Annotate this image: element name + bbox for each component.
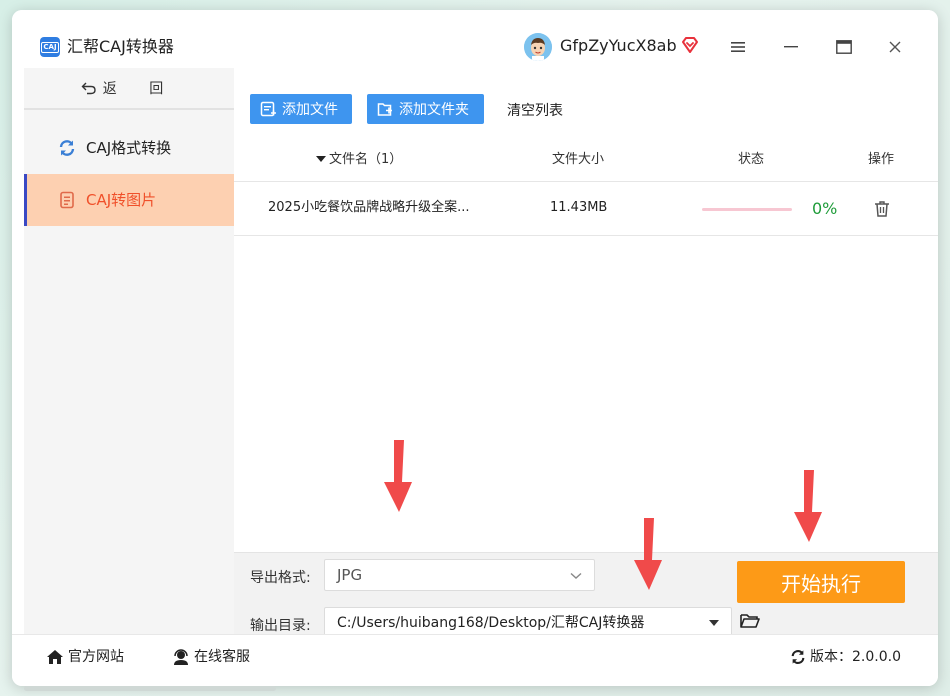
chevron-down-icon	[570, 572, 582, 579]
dir-label: 输出目录:	[250, 618, 311, 634]
open-folder-icon[interactable]	[740, 613, 760, 631]
file-size: 11.43MB	[550, 200, 608, 215]
hamburger-icon[interactable]	[727, 36, 749, 58]
options-panel: 导出格式: JPG 输出目录: C:/Users/huibang168/Desk…	[234, 552, 938, 639]
format-select[interactable]: JPG	[324, 559, 595, 591]
file-name: 2025小吃餐饮品牌战略升级全案...	[268, 200, 470, 215]
home-icon	[47, 650, 63, 664]
file-table-header: 文件名（1） 文件大小 状态 操作	[234, 138, 938, 182]
username[interactable]: GfpZyYucX8ab	[560, 36, 677, 56]
add-file-icon	[260, 101, 276, 117]
minimize-icon[interactable]	[780, 36, 802, 58]
sidebar-item-caj-format-convert[interactable]: CAJ格式转换	[24, 122, 234, 174]
delete-icon[interactable]	[874, 200, 890, 218]
format-label: 导出格式:	[250, 570, 311, 586]
refresh-icon	[59, 140, 75, 156]
column-size: 文件大小	[552, 152, 605, 167]
add-folder-button[interactable]: 添加文件夹	[367, 94, 484, 124]
progress-bar	[702, 208, 792, 211]
caret-down-icon	[709, 620, 719, 626]
sidebar-item-caj-to-image[interactable]: CAJ转图片	[24, 174, 234, 226]
add-folder-label: 添加文件夹	[399, 102, 469, 118]
column-status: 状态	[738, 152, 765, 167]
clear-list-button[interactable]: 清空列表	[507, 100, 563, 120]
add-file-label: 添加文件	[282, 102, 338, 118]
back-arrow-icon	[81, 82, 96, 95]
version-info[interactable]: 版本：2.0.0.0	[790, 647, 901, 667]
vip-diamond-icon[interactable]	[680, 35, 700, 55]
app-logo-icon: CAJ	[40, 37, 60, 57]
title-bar: CAJ 汇帮CAJ转换器 GfpZyYucX8ab	[12, 10, 938, 68]
annotation-arrow-down-icon	[384, 440, 412, 512]
close-icon[interactable]	[884, 36, 906, 58]
sort-desc-icon	[316, 156, 326, 162]
start-button[interactable]: 开始执行	[737, 561, 905, 603]
progress-percent: 0%	[812, 199, 838, 218]
column-action: 操作	[868, 152, 895, 167]
headset-icon	[174, 649, 188, 665]
app-title: 汇帮CAJ转换器	[67, 37, 174, 56]
sidebar-item-label: CAJ转图片	[86, 191, 157, 209]
back-label: 返 回	[102, 81, 178, 97]
user-avatar[interactable]	[524, 33, 552, 61]
main-panel: 添加文件 添加文件夹 清空列表 文件名（1） 文件大小 状态 操作 2025小吃…	[234, 68, 938, 639]
add-folder-icon	[377, 103, 392, 116]
sidebar: 返 回 CAJ格式转换 CAJ转图片	[24, 68, 234, 634]
app-window: CAJ 汇帮CAJ转换器 GfpZyYucX8ab 返 回 CAJ格式转换 CA…	[12, 10, 938, 686]
document-icon	[60, 191, 74, 209]
horizontal-scrollbar[interactable]	[24, 686, 276, 691]
sidebar-item-label: CAJ格式转换	[86, 139, 172, 157]
footer: 官方网站 在线客服 版本：2.0.0.0	[12, 634, 938, 686]
annotation-arrow-down-icon	[634, 518, 662, 590]
annotation-arrow-down-icon	[794, 470, 822, 542]
column-filename[interactable]: 文件名（1）	[316, 152, 402, 168]
online-support-link[interactable]: 在线客服	[172, 647, 250, 667]
add-file-button[interactable]: 添加文件	[250, 94, 352, 124]
official-website-link[interactable]: 官方网站	[46, 647, 124, 667]
update-icon	[791, 650, 805, 664]
maximize-icon[interactable]	[833, 36, 855, 58]
back-button[interactable]: 返 回	[24, 68, 234, 110]
table-row[interactable]: 2025小吃餐饮品牌战略升级全案... 11.43MB 0%	[234, 182, 938, 236]
